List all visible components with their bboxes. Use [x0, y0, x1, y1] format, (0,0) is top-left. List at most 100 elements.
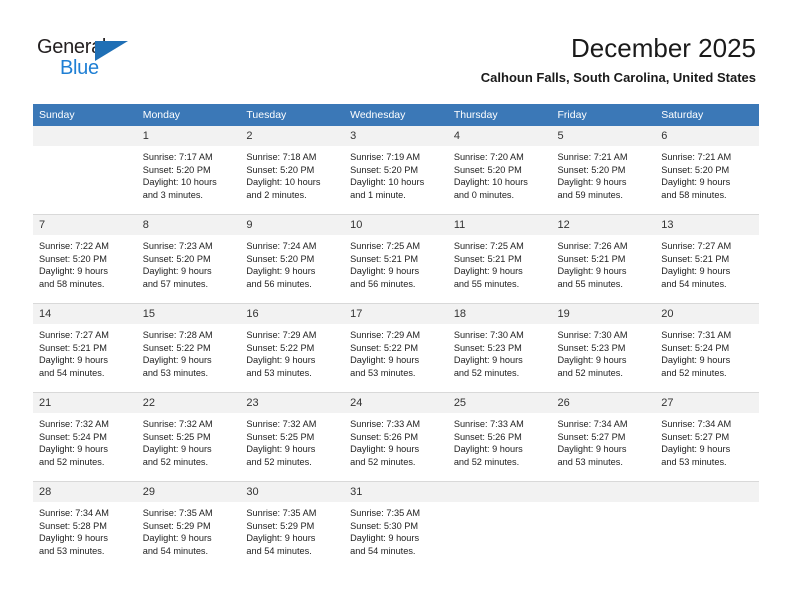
day-cell[interactable]: 17 Sunrise: 7:29 AM Sunset: 5:22 PM Dayl…	[344, 303, 448, 393]
day-cell[interactable]: 4 Sunrise: 7:20 AM Sunset: 5:20 PM Dayli…	[447, 126, 552, 215]
day-cell[interactable]: 25 Sunrise: 7:33 AM Sunset: 5:26 PM Dayl…	[447, 392, 552, 482]
daylight-text-line2: and 53 minutes.	[246, 367, 312, 378]
day-cell[interactable]: 8 Sunrise: 7:23 AM Sunset: 5:20 PM Dayli…	[136, 214, 241, 304]
daylight-text-line1: Daylight: 9 hours	[661, 355, 731, 366]
daylight-text-line2: and 53 minutes.	[350, 367, 416, 378]
day-cell[interactable]: 26 Sunrise: 7:34 AM Sunset: 5:27 PM Dayl…	[551, 392, 656, 482]
weekday-header-monday: Monday	[136, 104, 241, 126]
calendar-week-row: 7 Sunrise: 7:22 AM Sunset: 5:20 PM Dayli…	[33, 214, 759, 304]
sunrise-text: Sunrise: 7:20 AM	[453, 152, 524, 162]
daylight-text-line2: and 52 minutes.	[39, 456, 105, 467]
sunset-text: Sunset: 5:20 PM	[453, 164, 522, 175]
day-cell[interactable]: 20 Sunrise: 7:31 AM Sunset: 5:24 PM Dayl…	[655, 303, 759, 393]
day-number: 29	[136, 482, 241, 502]
daylight-text-line2: and 0 minutes.	[453, 189, 515, 200]
day-number: 4	[447, 126, 552, 146]
day-details: Sunrise: 7:29 AM Sunset: 5:22 PM Dayligh…	[240, 324, 344, 379]
daylight-text-line1: Daylight: 10 hours	[453, 177, 528, 188]
day-details	[655, 502, 759, 507]
sunset-text: Sunset: 5:21 PM	[39, 342, 107, 353]
day-number: 1	[136, 126, 241, 146]
page-header: General Blue December 2025 Calhoun Falls…	[0, 0, 792, 104]
day-cell[interactable]: 5 Sunrise: 7:21 AM Sunset: 5:20 PM Dayli…	[551, 126, 656, 215]
day-details: Sunrise: 7:35 AM Sunset: 5:29 PM Dayligh…	[240, 502, 344, 557]
day-cell[interactable]: 29 Sunrise: 7:35 AM Sunset: 5:29 PM Dayl…	[136, 481, 241, 570]
sunrise-text: Sunrise: 7:19 AM	[350, 152, 421, 162]
day-cell[interactable]: 22 Sunrise: 7:32 AM Sunset: 5:25 PM Dayl…	[136, 392, 241, 482]
sunset-text: Sunset: 5:20 PM	[142, 253, 211, 264]
day-number: 15	[136, 304, 241, 324]
day-cell[interactable]: 18 Sunrise: 7:30 AM Sunset: 5:23 PM Dayl…	[447, 303, 552, 393]
day-number: 26	[551, 393, 656, 413]
logo-text-blue: Blue	[60, 57, 99, 79]
daylight-text-line1: Daylight: 10 hours	[142, 177, 217, 188]
day-cell[interactable]: 10 Sunrise: 7:25 AM Sunset: 5:21 PM Dayl…	[344, 214, 448, 304]
day-number: 2	[240, 126, 345, 146]
day-cell[interactable]: 16 Sunrise: 7:29 AM Sunset: 5:22 PM Dayl…	[240, 303, 345, 393]
day-number: 12	[551, 215, 656, 235]
day-cell[interactable]	[447, 481, 552, 570]
weekday-header-wednesday: Wednesday	[344, 104, 448, 126]
daylight-text-line1: Daylight: 9 hours	[557, 444, 627, 455]
calendar-week-row: 1 Sunrise: 7:17 AM Sunset: 5:20 PM Dayli…	[33, 126, 759, 215]
daylight-text-line2: and 58 minutes.	[661, 189, 727, 200]
day-cell[interactable]	[33, 126, 137, 215]
day-details	[552, 502, 656, 507]
day-cell[interactable]	[655, 481, 759, 570]
day-number: 3	[344, 126, 448, 146]
day-cell[interactable]: 2 Sunrise: 7:18 AM Sunset: 5:20 PM Dayli…	[240, 126, 345, 215]
day-cell[interactable]: 1 Sunrise: 7:17 AM Sunset: 5:20 PM Dayli…	[136, 126, 241, 215]
day-number: 9	[240, 215, 345, 235]
sunrise-text: Sunrise: 7:32 AM	[246, 419, 317, 429]
sunrise-text: Sunrise: 7:17 AM	[142, 152, 213, 162]
day-cell[interactable]: 9 Sunrise: 7:24 AM Sunset: 5:20 PM Dayli…	[240, 214, 345, 304]
sunrise-text: Sunrise: 7:27 AM	[39, 330, 109, 340]
sunrise-text: Sunrise: 7:21 AM	[557, 152, 628, 162]
daylight-text-line2: and 52 minutes.	[142, 456, 209, 467]
day-number	[655, 482, 759, 502]
day-cell[interactable]: 28 Sunrise: 7:34 AM Sunset: 5:28 PM Dayl…	[33, 481, 137, 570]
day-details: Sunrise: 7:35 AM Sunset: 5:30 PM Dayligh…	[344, 502, 448, 557]
day-cell[interactable]: 15 Sunrise: 7:28 AM Sunset: 5:22 PM Dayl…	[136, 303, 241, 393]
day-number	[551, 482, 656, 502]
day-cell[interactable]: 14 Sunrise: 7:27 AM Sunset: 5:21 PM Dayl…	[33, 303, 137, 393]
day-number	[447, 482, 552, 502]
weekday-header-saturday: Saturday	[655, 104, 759, 126]
daylight-text-line2: and 53 minutes.	[661, 456, 727, 467]
day-cell[interactable]: 24 Sunrise: 7:33 AM Sunset: 5:26 PM Dayl…	[344, 392, 448, 482]
day-cell[interactable]: 21 Sunrise: 7:32 AM Sunset: 5:24 PM Dayl…	[33, 392, 137, 482]
sunset-text: Sunset: 5:28 PM	[39, 520, 107, 531]
sunrise-text: Sunrise: 7:25 AM	[453, 241, 524, 251]
day-cell[interactable]: 11 Sunrise: 7:25 AM Sunset: 5:21 PM Dayl…	[447, 214, 552, 304]
day-cell[interactable]: 27 Sunrise: 7:34 AM Sunset: 5:27 PM Dayl…	[655, 392, 759, 482]
day-cell[interactable]: 23 Sunrise: 7:32 AM Sunset: 5:25 PM Dayl…	[240, 392, 345, 482]
day-details: Sunrise: 7:25 AM Sunset: 5:21 PM Dayligh…	[344, 235, 448, 290]
daylight-text-line2: and 52 minutes.	[557, 367, 623, 378]
day-details: Sunrise: 7:34 AM Sunset: 5:27 PM Dayligh…	[552, 413, 656, 468]
day-cell[interactable]: 3 Sunrise: 7:19 AM Sunset: 5:20 PM Dayli…	[344, 126, 448, 215]
day-cell[interactable]: 30 Sunrise: 7:35 AM Sunset: 5:29 PM Dayl…	[240, 481, 345, 570]
day-cell[interactable]: 19 Sunrise: 7:30 AM Sunset: 5:23 PM Dayl…	[551, 303, 656, 393]
day-cell[interactable]: 12 Sunrise: 7:26 AM Sunset: 5:21 PM Dayl…	[551, 214, 656, 304]
day-cell[interactable]: 31 Sunrise: 7:35 AM Sunset: 5:30 PM Dayl…	[344, 481, 448, 570]
weekday-header-sunday: Sunday	[33, 104, 137, 126]
daylight-text-line2: and 52 minutes.	[246, 456, 312, 467]
day-number: 28	[33, 482, 137, 502]
sunrise-text: Sunrise: 7:24 AM	[246, 241, 317, 251]
day-cell[interactable]: 6 Sunrise: 7:21 AM Sunset: 5:20 PM Dayli…	[655, 126, 759, 215]
weekday-header-thursday: Thursday	[447, 104, 552, 126]
day-cell[interactable]: 7 Sunrise: 7:22 AM Sunset: 5:20 PM Dayli…	[33, 214, 137, 304]
day-cell[interactable]: 13 Sunrise: 7:27 AM Sunset: 5:21 PM Dayl…	[655, 214, 759, 304]
daylight-text-line2: and 59 minutes.	[557, 189, 623, 200]
day-number: 18	[447, 304, 552, 324]
daylight-text-line2: and 52 minutes.	[350, 456, 416, 467]
day-cell[interactable]	[551, 481, 656, 570]
title-block: December 2025 Calhoun Falls, South Carol…	[481, 32, 756, 86]
day-number: 10	[344, 215, 448, 235]
daylight-text-line2: and 53 minutes.	[39, 545, 105, 556]
daylight-text-line1: Daylight: 9 hours	[453, 444, 523, 455]
general-blue-logo[interactable]: General Blue	[37, 36, 157, 82]
daylight-text-line1: Daylight: 9 hours	[39, 266, 108, 277]
day-number	[33, 126, 137, 146]
daylight-text-line2: and 54 minutes.	[39, 367, 105, 378]
